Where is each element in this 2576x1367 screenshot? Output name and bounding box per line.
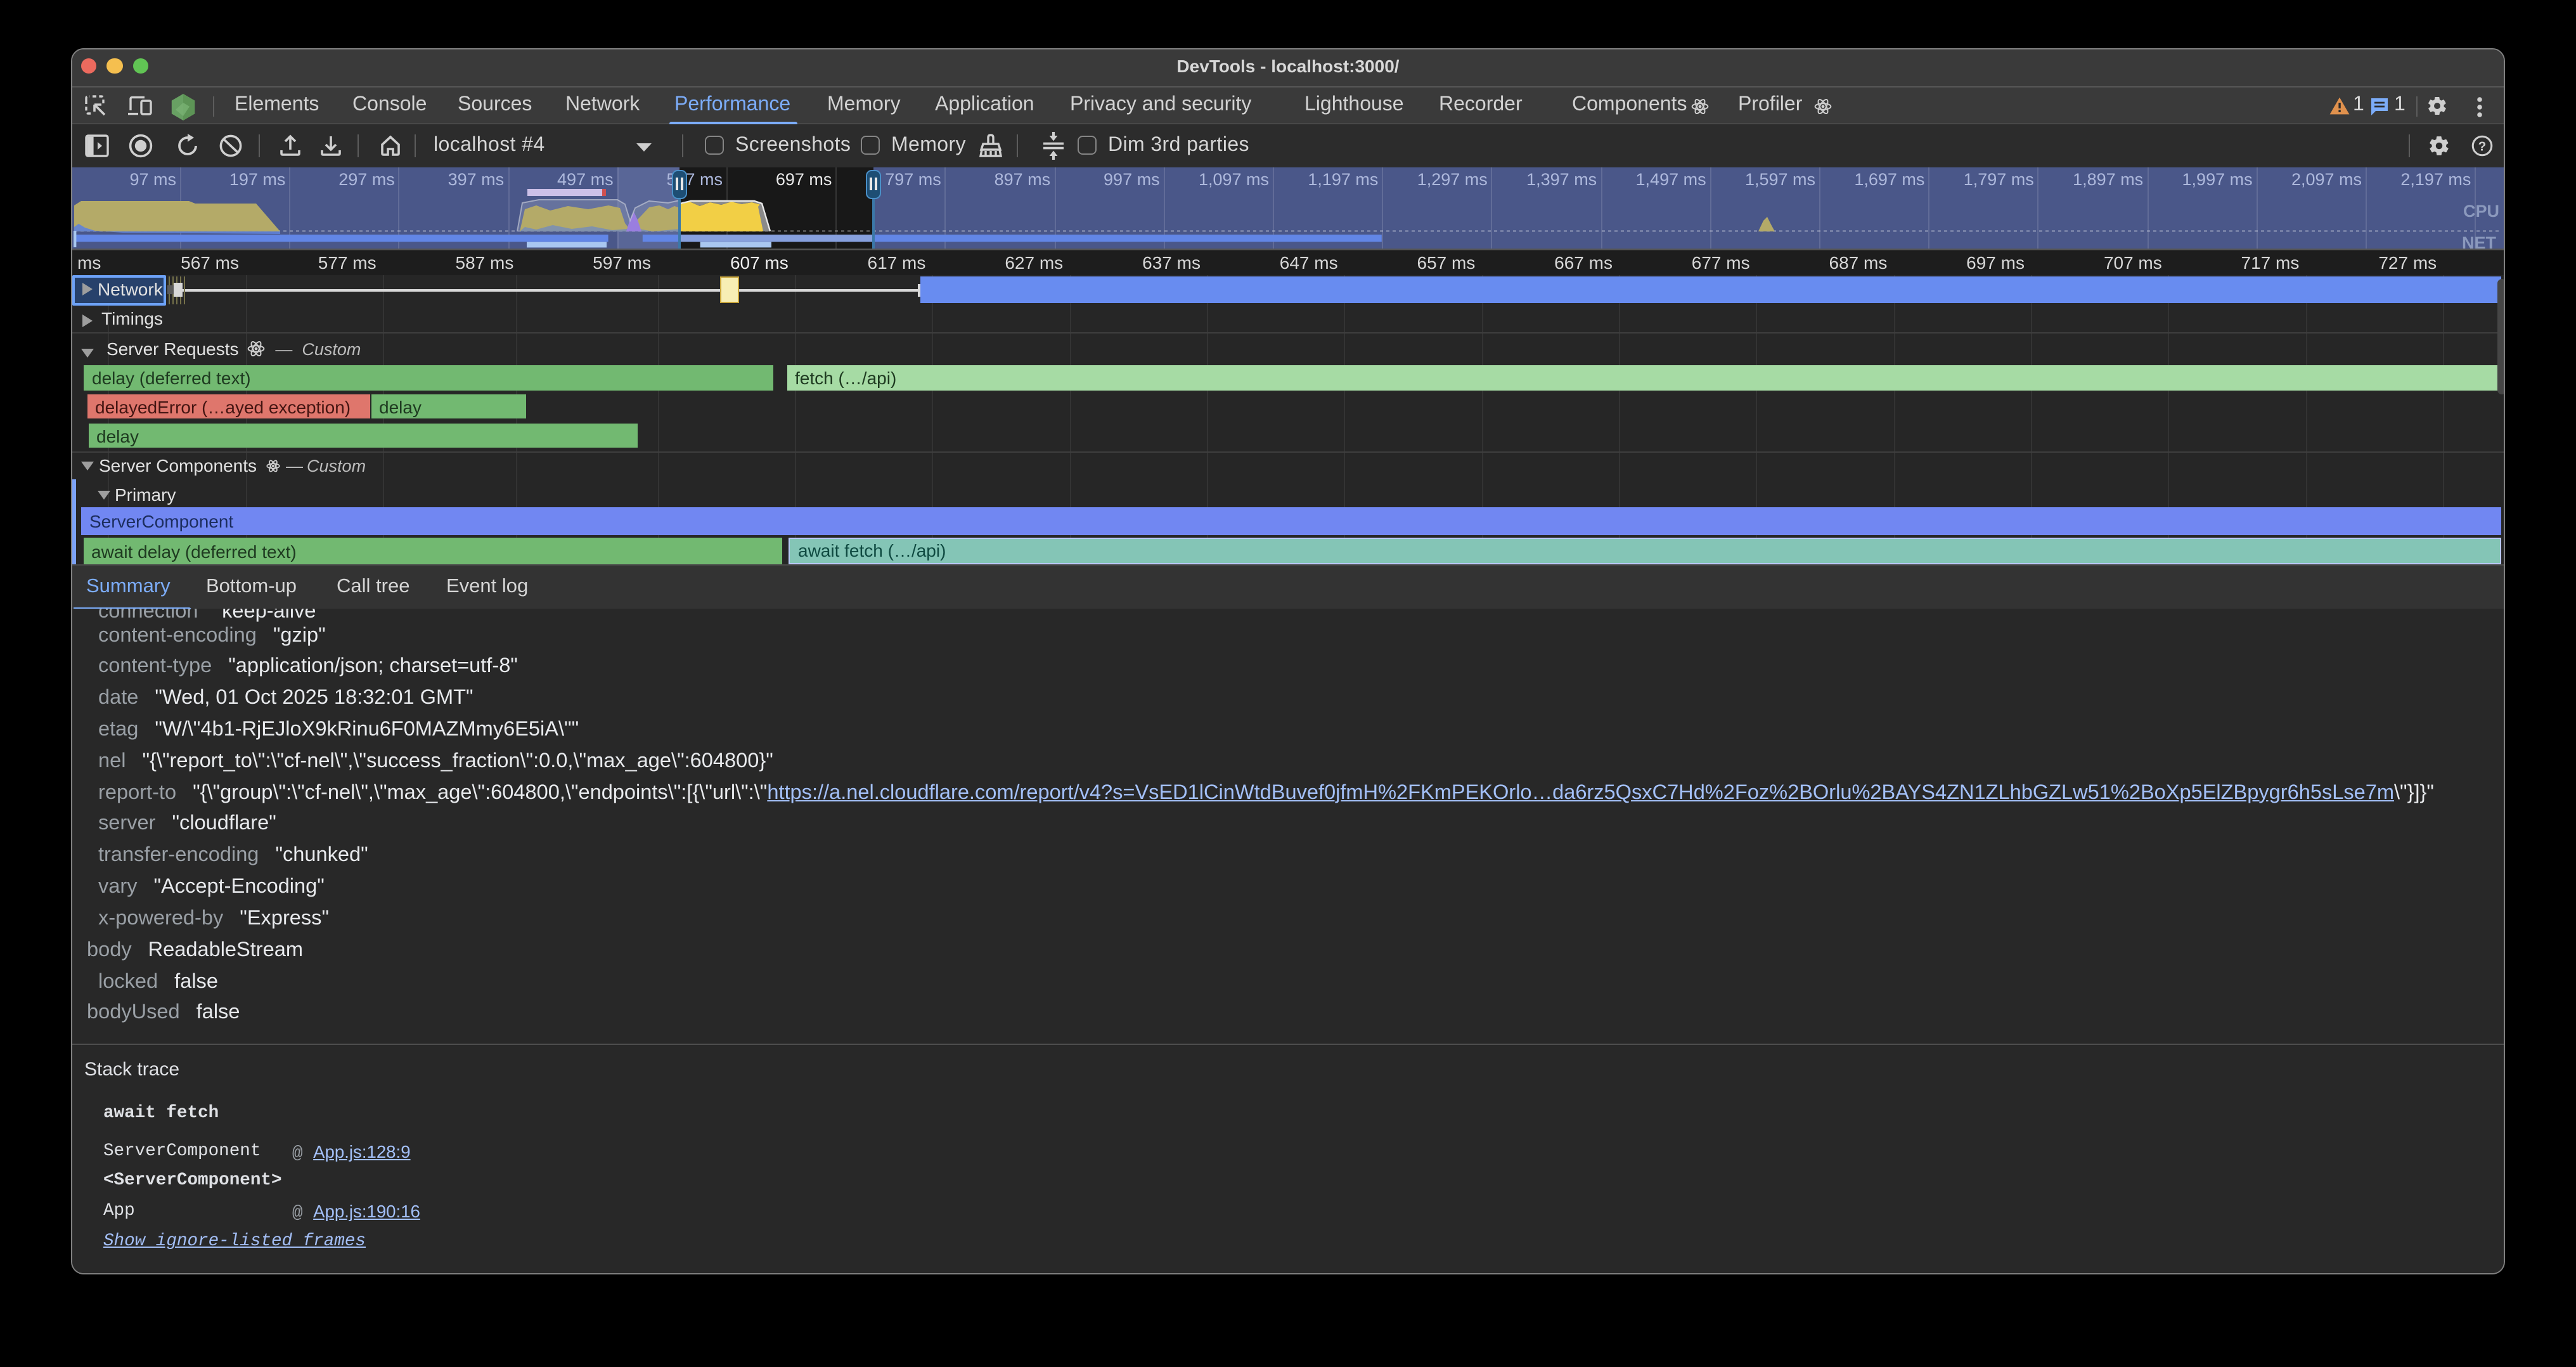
svg-text:?: ? bbox=[2478, 139, 2487, 153]
